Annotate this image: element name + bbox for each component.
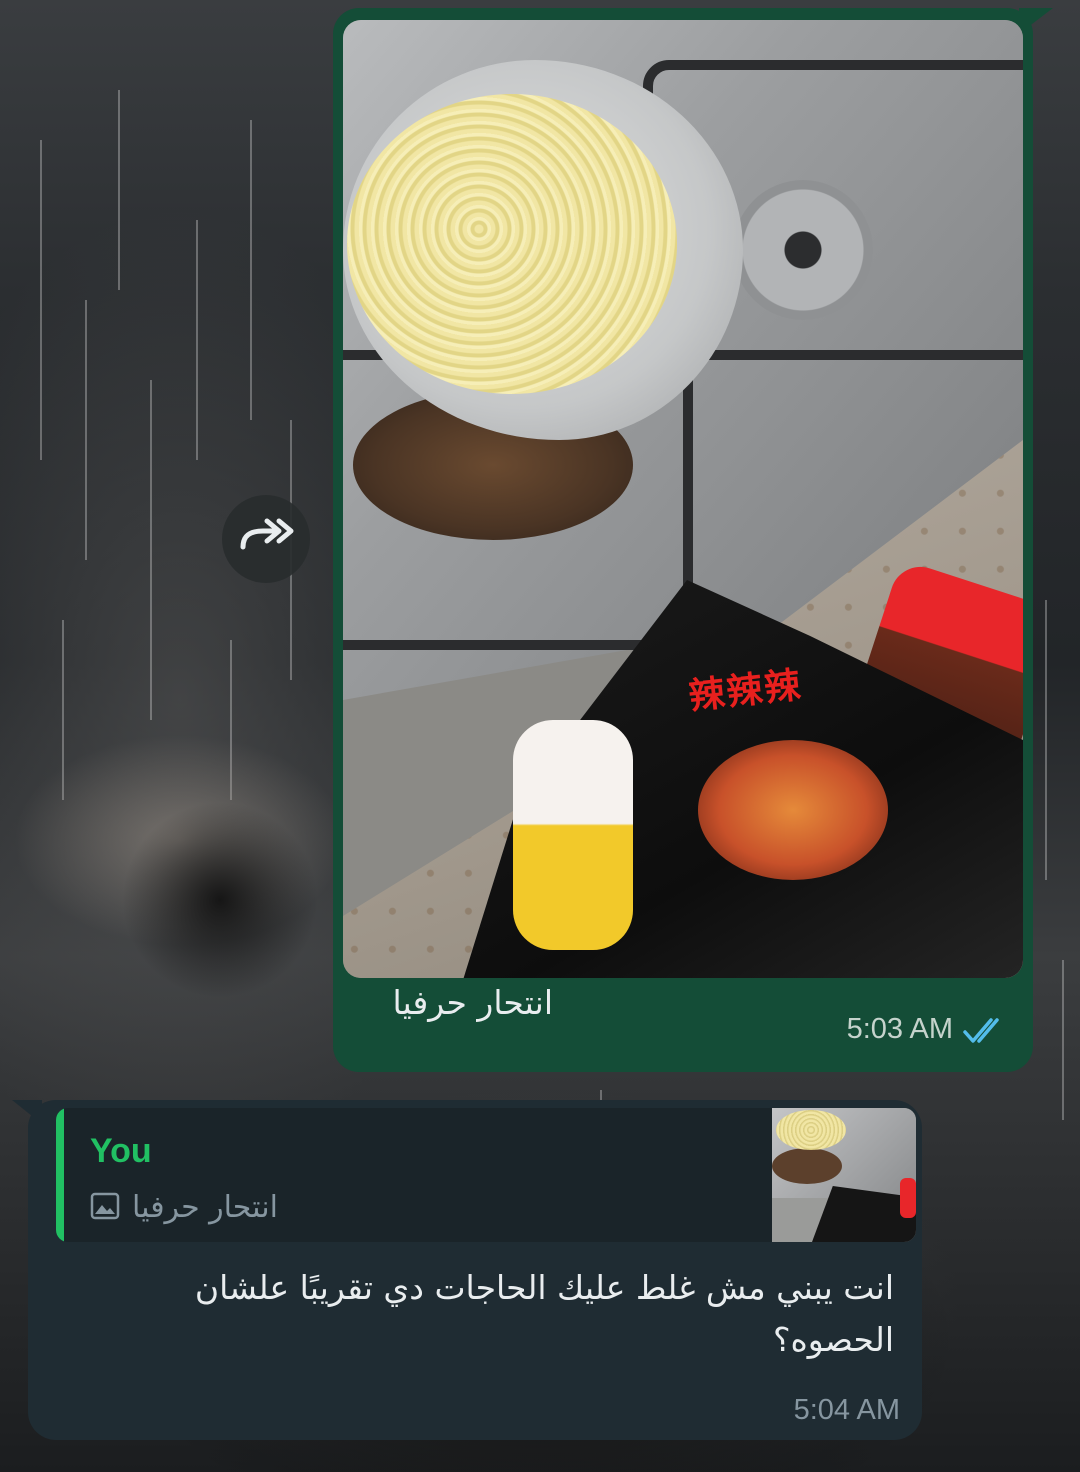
message-time: 5:04 AM <box>793 1394 900 1426</box>
message-text: انت يبني مش غلط عليك الحاجات دي تقريبًا … <box>194 1268 894 1359</box>
forward-button[interactable] <box>222 495 310 583</box>
quoted-message[interactable]: You انتحار حرفيا <box>56 1108 916 1242</box>
message-photo[interactable]: 辣辣辣 <box>343 20 1023 978</box>
double-check-icon <box>961 1016 1009 1050</box>
quoted-thumbnail <box>772 1108 916 1242</box>
image-icon <box>90 1191 120 1225</box>
quoted-snippet: انتحار حرفيا <box>132 1190 278 1225</box>
forward-icon <box>237 517 295 561</box>
outgoing-image-message[interactable]: 辣辣辣 انتحار حرفيا 5:03 AM <box>333 8 1053 1072</box>
quoted-author: You <box>90 1132 152 1170</box>
incoming-reply-message[interactable]: You انتحار حرفيا انت يبني مش غلط عليك ال… <box>12 1100 922 1440</box>
packet-mascot <box>513 720 633 950</box>
photo-noodles <box>347 94 677 394</box>
message-time: 5:03 AM <box>846 1013 953 1045</box>
message-caption: انتحار حرفيا <box>392 983 554 1022</box>
